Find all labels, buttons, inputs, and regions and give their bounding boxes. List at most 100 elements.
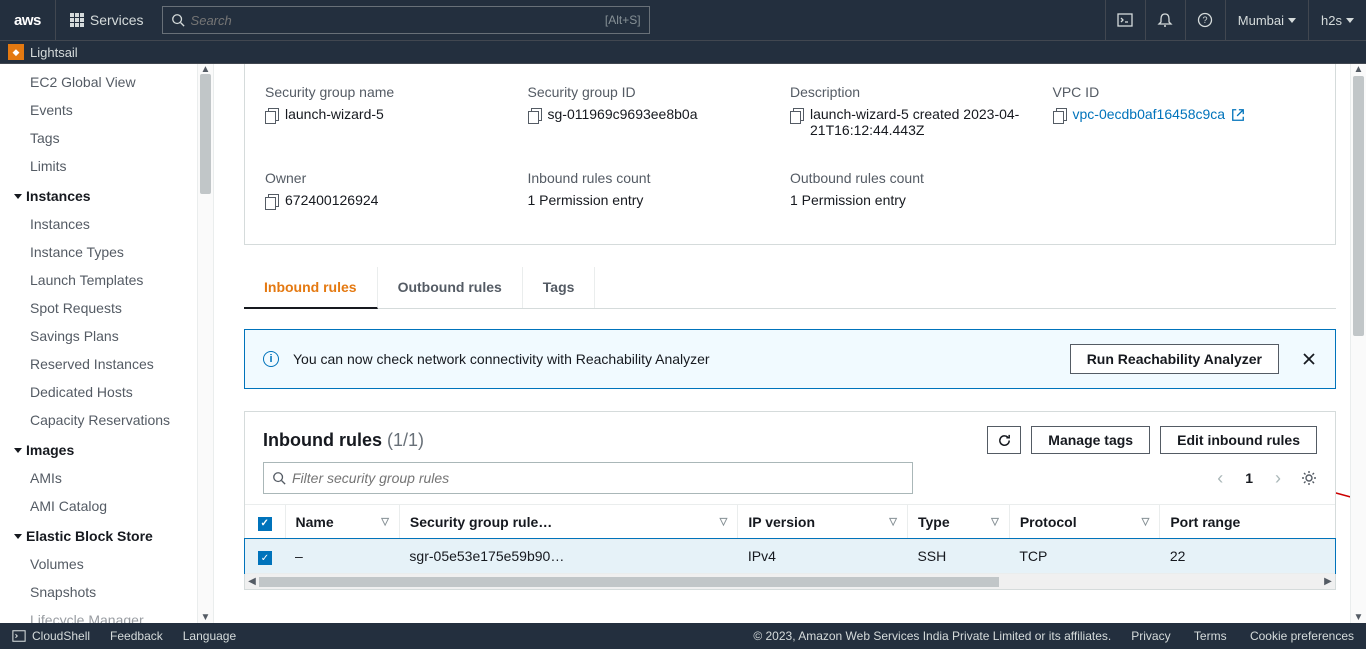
sidebar-item-global-view[interactable]: EC2 Global View bbox=[0, 68, 213, 96]
copy-icon[interactable] bbox=[1053, 108, 1067, 122]
region-selector[interactable]: Mumbai bbox=[1225, 0, 1308, 40]
page-next[interactable]: › bbox=[1269, 464, 1287, 493]
lightsail-icon: ◆ bbox=[8, 44, 24, 60]
refresh-icon bbox=[997, 433, 1012, 448]
table-h-scrollbar[interactable]: ◀▶ bbox=[245, 573, 1335, 589]
copy-icon[interactable] bbox=[265, 194, 279, 208]
copy-icon[interactable] bbox=[790, 108, 804, 122]
sidebar-item-volumes[interactable]: Volumes bbox=[0, 550, 213, 578]
reachability-banner: i You can now check network connectivity… bbox=[244, 329, 1336, 389]
vpc-link[interactable]: vpc-0ecdb0af16458c9ca bbox=[1073, 106, 1226, 122]
content-scrollbar[interactable]: ▲ ▼ bbox=[1350, 64, 1366, 623]
sg-id-value: sg-011969c9693ee8b0a bbox=[548, 106, 698, 122]
sidebar-group-ebs[interactable]: Elastic Block Store bbox=[0, 520, 213, 550]
caret-down-icon bbox=[1288, 18, 1296, 23]
copy-icon[interactable] bbox=[265, 108, 279, 122]
table-settings-icon[interactable] bbox=[1301, 470, 1317, 486]
sidebar-scrollbar[interactable]: ▲ ▼ bbox=[197, 64, 213, 623]
close-banner-icon[interactable] bbox=[1301, 351, 1317, 367]
sidebar-item-savings-plans[interactable]: Savings Plans bbox=[0, 322, 213, 350]
owner-label: Owner bbox=[265, 170, 516, 186]
search-icon bbox=[171, 13, 185, 27]
sidebar-group-images[interactable]: Images bbox=[0, 434, 213, 464]
inbound-count-value: 1 Permission entry bbox=[528, 192, 779, 208]
run-reachability-button[interactable]: Run Reachability Analyzer bbox=[1070, 344, 1279, 374]
security-group-details: Security group name launch-wizard-5 Secu… bbox=[244, 64, 1336, 245]
account-menu[interactable]: h2s bbox=[1308, 0, 1366, 40]
feedback-link[interactable]: Feedback bbox=[110, 629, 163, 643]
cookie-link[interactable]: Cookie preferences bbox=[1250, 629, 1354, 643]
sidebar-item-snapshots[interactable]: Snapshots bbox=[0, 578, 213, 606]
caret-down-icon bbox=[14, 534, 22, 539]
content-area: Security group name launch-wizard-5 Secu… bbox=[214, 64, 1366, 623]
select-all-checkbox[interactable]: ✓ bbox=[245, 505, 285, 540]
services-menu[interactable]: Services bbox=[56, 0, 158, 40]
caret-down-icon bbox=[1346, 18, 1354, 23]
sidebar-group-instances[interactable]: Instances bbox=[0, 180, 213, 210]
banner-message: You can now check network connectivity w… bbox=[293, 351, 1056, 367]
help-icon[interactable]: ? bbox=[1185, 0, 1225, 40]
terms-link[interactable]: Terms bbox=[1194, 629, 1227, 643]
language-link[interactable]: Language bbox=[183, 629, 236, 643]
outbound-count-value: 1 Permission entry bbox=[790, 192, 1041, 208]
sidebar-item-amis[interactable]: AMIs bbox=[0, 464, 213, 492]
manage-tags-button[interactable]: Manage tags bbox=[1031, 426, 1150, 454]
filter-rules-input[interactable] bbox=[263, 462, 913, 494]
sidebar-item-capacity-reservations[interactable]: Capacity Reservations bbox=[0, 406, 213, 434]
cloudshell-icon[interactable] bbox=[1105, 0, 1145, 40]
sidebar-item-ami-catalog[interactable]: AMI Catalog bbox=[0, 492, 213, 520]
sidebar-item-instances[interactable]: Instances bbox=[0, 210, 213, 238]
grid-icon bbox=[70, 13, 84, 27]
col-type[interactable]: Type▽ bbox=[907, 505, 1009, 540]
col-protocol[interactable]: Protocol▽ bbox=[1009, 505, 1160, 540]
refresh-button[interactable] bbox=[987, 426, 1021, 454]
inbound-rules-title: Inbound rules (1/1) bbox=[263, 430, 424, 451]
copyright: © 2023, Amazon Web Services India Privat… bbox=[753, 629, 1111, 643]
owner-value: 672400126924 bbox=[285, 192, 378, 208]
sg-id-label: Security group ID bbox=[528, 84, 779, 100]
table-row[interactable]: ✓ – sgr-05e53e175e59b90… IPv4 SSH TCP 22 bbox=[245, 539, 1335, 573]
caret-down-icon bbox=[14, 448, 22, 453]
sidebar-item-launch-templates[interactable]: Launch Templates bbox=[0, 266, 213, 294]
sidebar-item-lifecycle-manager[interactable]: Lifecycle Manager bbox=[0, 606, 213, 623]
sidebar-item-instance-types[interactable]: Instance Types bbox=[0, 238, 213, 266]
cell-rule-id: sgr-05e53e175e59b90… bbox=[399, 539, 737, 573]
sidebar-item-spot-requests[interactable]: Spot Requests bbox=[0, 294, 213, 322]
tab-outbound-rules[interactable]: Outbound rules bbox=[378, 267, 523, 308]
col-name[interactable]: Name▽ bbox=[285, 505, 399, 540]
sg-name-label: Security group name bbox=[265, 84, 516, 100]
cell-port: 22 bbox=[1160, 539, 1335, 573]
sidebar-item-events[interactable]: Events bbox=[0, 96, 213, 124]
col-port-range[interactable]: Port range bbox=[1160, 505, 1335, 540]
notifications-icon[interactable] bbox=[1145, 0, 1185, 40]
sidebar-item-reserved-instances[interactable]: Reserved Instances bbox=[0, 350, 213, 378]
product-chip-lightsail[interactable]: ◆ Lightsail bbox=[0, 44, 86, 60]
cell-name: – bbox=[285, 539, 399, 573]
caret-down-icon bbox=[14, 194, 22, 199]
outbound-count-label: Outbound rules count bbox=[790, 170, 1041, 186]
sidebar-item-tags[interactable]: Tags bbox=[0, 124, 213, 152]
edit-inbound-rules-button[interactable]: Edit inbound rules bbox=[1160, 426, 1317, 454]
cloudshell-link[interactable]: CloudShell bbox=[12, 629, 90, 643]
svg-text:?: ? bbox=[1203, 15, 1208, 25]
global-search[interactable]: [Alt+S] bbox=[162, 6, 650, 34]
sidebar-item-limits[interactable]: Limits bbox=[0, 152, 213, 180]
sidebar-item-dedicated-hosts[interactable]: Dedicated Hosts bbox=[0, 378, 213, 406]
copy-icon[interactable] bbox=[528, 108, 542, 122]
tab-tags[interactable]: Tags bbox=[523, 267, 596, 308]
search-input[interactable] bbox=[191, 13, 605, 28]
cell-type: SSH bbox=[907, 539, 1009, 573]
col-ip-version[interactable]: IP version▽ bbox=[738, 505, 908, 540]
privacy-link[interactable]: Privacy bbox=[1131, 629, 1170, 643]
services-label: Services bbox=[90, 12, 144, 28]
page-prev[interactable]: ‹ bbox=[1211, 464, 1229, 493]
description-label: Description bbox=[790, 84, 1041, 100]
description-value: launch-wizard-5 created 2023-04-21T16:12… bbox=[810, 106, 1041, 138]
aws-logo[interactable]: aws bbox=[0, 0, 56, 40]
tab-inbound-rules[interactable]: Inbound rules bbox=[244, 267, 378, 309]
row-checkbox[interactable]: ✓ bbox=[245, 539, 285, 573]
info-icon: i bbox=[263, 351, 279, 367]
col-rule-id[interactable]: Security group rule…▽ bbox=[399, 505, 737, 540]
vpc-id-label: VPC ID bbox=[1053, 84, 1304, 100]
inbound-rules-panel: Inbound rules (1/1) Manage tags Edit inb… bbox=[244, 411, 1336, 590]
